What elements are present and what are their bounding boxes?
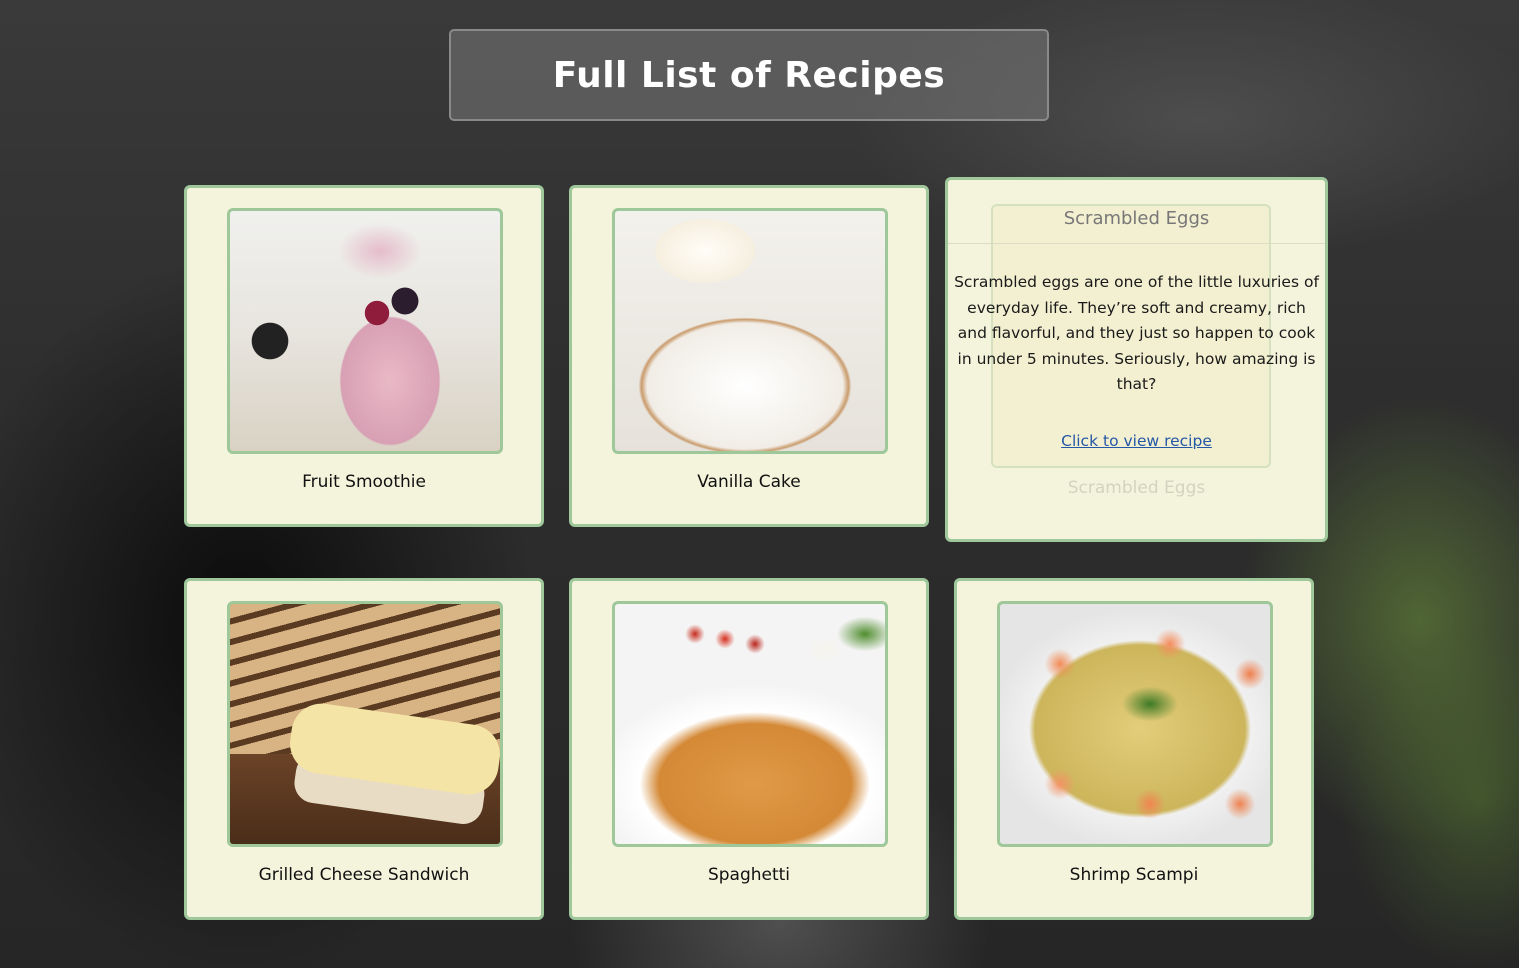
page-title: Full List of Recipes	[552, 54, 946, 96]
recipe-card-vanilla-cake[interactable]: Vanilla Cake	[569, 185, 929, 527]
recipe-card-spaghetti[interactable]: Spaghetti	[569, 578, 929, 920]
recipe-card-caption: Fruit Smoothie	[302, 472, 426, 492]
shrimp-scampi-photo[interactable]	[997, 601, 1273, 847]
vanilla-cake-photo[interactable]	[612, 208, 888, 454]
recipe-card-grilled-cheese-sandwich[interactable]: Grilled Cheese Sandwich	[184, 578, 544, 920]
recipe-card-caption: Spaghetti	[707, 865, 791, 885]
recipe-description: Scrambled eggs are one of the little lux…	[954, 273, 1319, 393]
recipe-card-scrambled-eggs[interactable]: Scrambled Eggs Scrambled Eggs Scrambled …	[945, 177, 1328, 542]
grilled-cheese-photo[interactable]	[227, 601, 503, 847]
recipe-card-back-title: Scrambled Eggs	[948, 208, 1325, 244]
view-recipe-link[interactable]: Click to view recipe	[948, 432, 1325, 450]
recipe-card-shrimp-scampi[interactable]: Shrimp Scampi	[954, 578, 1314, 920]
fruit-smoothie-photo[interactable]	[227, 208, 503, 454]
recipe-card-caption: Vanilla Cake	[697, 472, 801, 492]
recipe-card-caption: Grilled Cheese Sandwich	[258, 865, 470, 885]
page-header: Full List of Recipes	[449, 29, 1049, 121]
recipe-card-fruit-smoothie[interactable]: Fruit Smoothie	[184, 185, 544, 527]
recipe-card-caption-faded: Scrambled Eggs	[1067, 478, 1206, 498]
spaghetti-photo[interactable]	[612, 601, 888, 847]
recipe-card-caption: Shrimp Scampi	[1069, 865, 1199, 885]
